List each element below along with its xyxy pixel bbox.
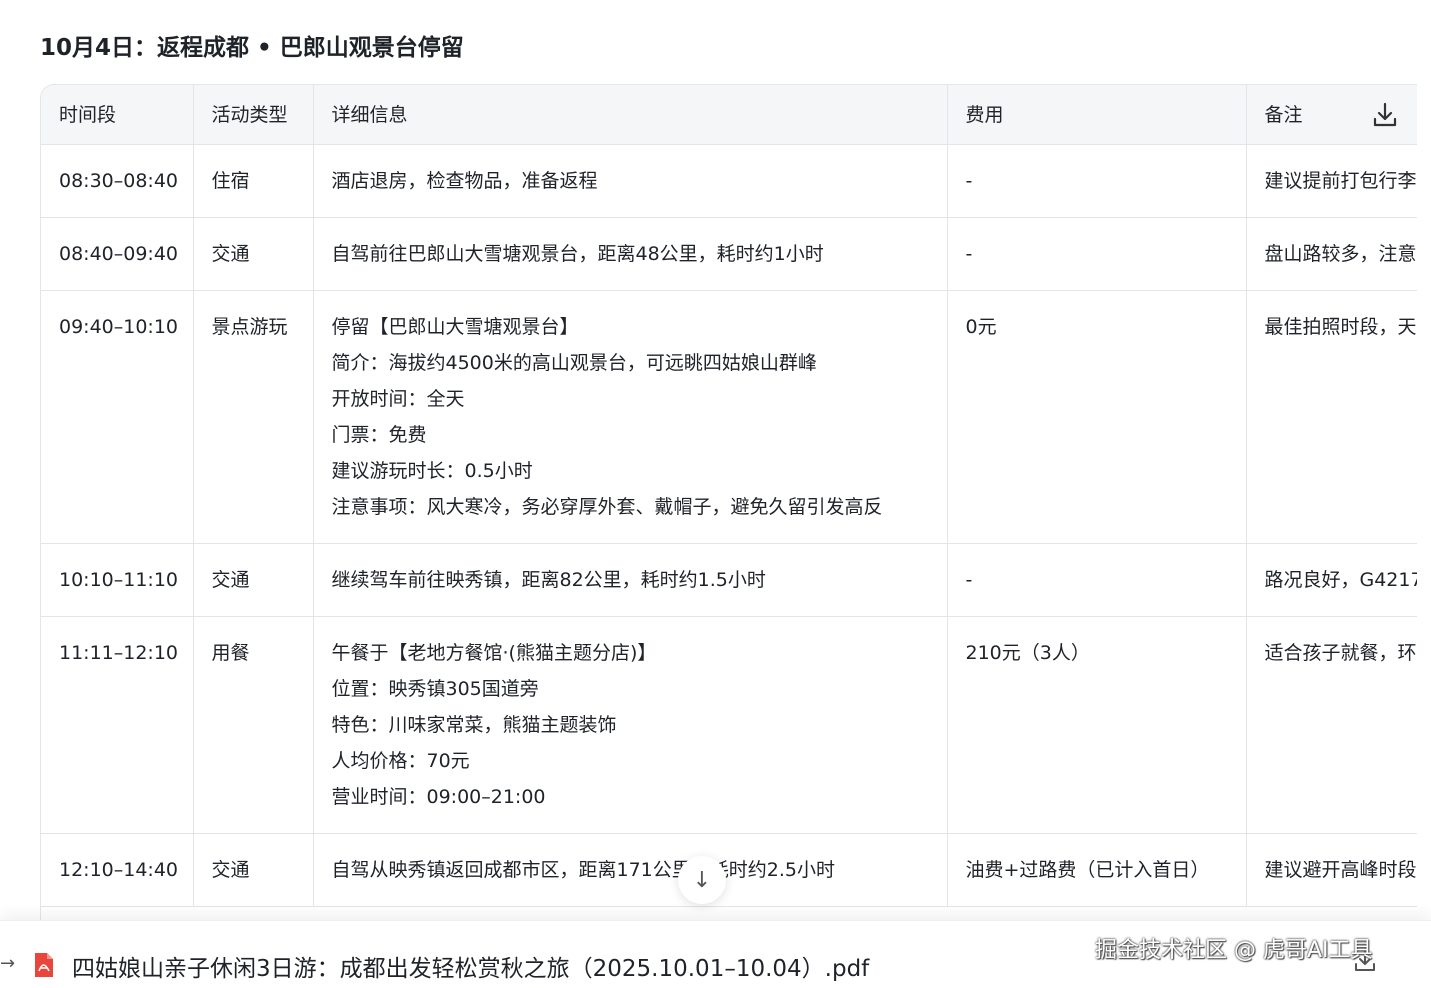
- cell-cost: -: [947, 543, 1247, 617]
- cell-type: 景点游玩: [193, 290, 314, 544]
- cell-cost: -: [947, 217, 1247, 291]
- detail-line: 自驾从映秀镇返回成都市区，距离171公里，耗时约2.5小时: [331, 859, 835, 881]
- download-table-icon[interactable]: [1370, 100, 1400, 130]
- cell-cost: 油费+过路费（已计入首日）: [947, 833, 1247, 907]
- detail-line: 营业时间：09:00–21:00: [331, 786, 546, 808]
- cell-note: 最佳拍照时段，天: [1246, 290, 1417, 544]
- file-name[interactable]: 四姑娘山亲子休闲3日游：成都出发轻松赏秋之旅（2025.10.01–10.04）…: [72, 949, 869, 983]
- cell-details: 酒店退房，检查物品，准备返程: [313, 144, 948, 218]
- table-header-row: 时间段 活动类型 详细信息 费用 备注: [41, 85, 1417, 145]
- page-title: 10月4日：返程成都 • 巴郎山观景台停留: [40, 35, 464, 61]
- detail-line: 自驾前往巴郎山大雪塘观景台，距离48公里，耗时约1小时: [331, 243, 824, 265]
- cell-note: 适合孩子就餐，环: [1246, 616, 1417, 834]
- cell-cost: 210元（3人）: [947, 616, 1247, 834]
- table-row: 08:40–09:40 交通 自驾前往巴郎山大雪塘观景台，距离48公里，耗时约1小时…: [41, 217, 1417, 291]
- cell-details: 午餐于【老地方餐馆·(熊猫主题分店)】 位置：映秀镇305国道旁特色：川味家常菜，…: [313, 616, 948, 834]
- cell-details: 自驾前往巴郎山大雪塘观景台，距离48公里，耗时约1小时: [313, 217, 948, 291]
- table-row: 09:40–10:10 景点游玩 停留【巴郎山大雪塘观景台】简介：海拔约4500米的…: [41, 290, 1417, 544]
- pdf-file-icon: [35, 953, 53, 977]
- table-row: 08:30–08:40 住宿 酒店退房，检查物品，准备返程 - 建议提前打包行李: [41, 144, 1417, 218]
- cell-cost: -: [947, 144, 1247, 218]
- header-cost: 费用: [947, 85, 1247, 145]
- header-details: 详细信息: [313, 85, 948, 145]
- detail-line: 停留【巴郎山大雪塘观景台】: [331, 316, 579, 338]
- cell-type: 交通: [193, 833, 314, 907]
- detail-line: 继续驾车前往映秀镇，距离82公里，耗时约1.5小时: [331, 569, 766, 591]
- scroll-down-button[interactable]: ↓: [678, 856, 726, 904]
- header-type: 活动类型: [193, 85, 314, 145]
- arrow-right-icon: →: [0, 953, 16, 974]
- cell-time: 09:40–10:10: [41, 290, 194, 544]
- detail-line: 特色：川味家常菜，熊猫主题装饰: [331, 714, 617, 736]
- cell-time: 08:30–08:40: [41, 144, 194, 218]
- detail-line: 午餐于【老地方餐馆·(熊猫主题分店)】: [331, 642, 657, 664]
- cell-note: 建议避开高峰时段: [1246, 833, 1417, 907]
- detail-line: 酒店退房，检查物品，准备返程: [331, 170, 598, 192]
- table-row: 11:11–12:10 用餐 午餐于【老地方餐馆·(熊猫主题分店)】 位置：映秀镇30…: [41, 616, 1417, 834]
- cell-note: 路况良好，G4217: [1246, 543, 1417, 617]
- detail-line: 注意事项：风大寒冷，务必穿厚外套、戴帽子，避免久留引发高反: [331, 496, 883, 518]
- cell-time: 08:40–09:40: [41, 217, 194, 291]
- cell-type: 交通: [193, 543, 314, 617]
- cell-time: 11:11–12:10: [41, 616, 194, 834]
- cell-type: 住宿: [193, 144, 314, 218]
- detail-line: 人均价格：70元: [331, 750, 470, 772]
- table-row: 10:10–11:10 交通 继续驾车前往映秀镇，距离82公里，耗时约1.5小时 - 路…: [41, 543, 1417, 617]
- itinerary-table: 时间段 活动类型 详细信息 费用 备注 08:30–08:40 住宿 酒店退房，检查…: [40, 84, 1417, 988]
- cell-note: 盘山路较多，注意: [1246, 217, 1417, 291]
- cell-time: 12:10–14:40: [41, 833, 194, 907]
- header-time: 时间段: [41, 85, 194, 145]
- cell-time: 10:10–11:10: [41, 543, 194, 617]
- table-row: 12:10–14:40 交通 自驾从映秀镇返回成都市区，距离171公里，耗时约2.5…: [41, 833, 1417, 907]
- cell-type: 交通: [193, 217, 314, 291]
- detail-line: 开放时间：全天: [331, 388, 465, 410]
- cell-details: 继续驾车前往映秀镇，距离82公里，耗时约1.5小时: [313, 543, 948, 617]
- cell-details: 自驾从映秀镇返回成都市区，距离171公里，耗时约2.5小时: [313, 833, 948, 907]
- detail-line: 位置：映秀镇305国道旁: [331, 678, 539, 700]
- cell-type: 用餐: [193, 616, 314, 834]
- detail-line: 门票：免费: [331, 424, 427, 446]
- watermark: 掘金技术社区 @ 虎哥AI工具: [1095, 938, 1373, 963]
- detail-line: 建议游玩时长：0.5小时: [331, 460, 533, 482]
- cell-cost: 0元: [947, 290, 1247, 544]
- cell-note: 建议提前打包行李: [1246, 144, 1417, 218]
- cell-details: 停留【巴郎山大雪塘观景台】简介：海拔约4500米的高山观景台，可远眺四姑娘山群峰…: [313, 290, 948, 544]
- arrow-down-icon: ↓: [692, 867, 712, 893]
- detail-line: 简介：海拔约4500米的高山观景台，可远眺四姑娘山群峰: [331, 352, 817, 374]
